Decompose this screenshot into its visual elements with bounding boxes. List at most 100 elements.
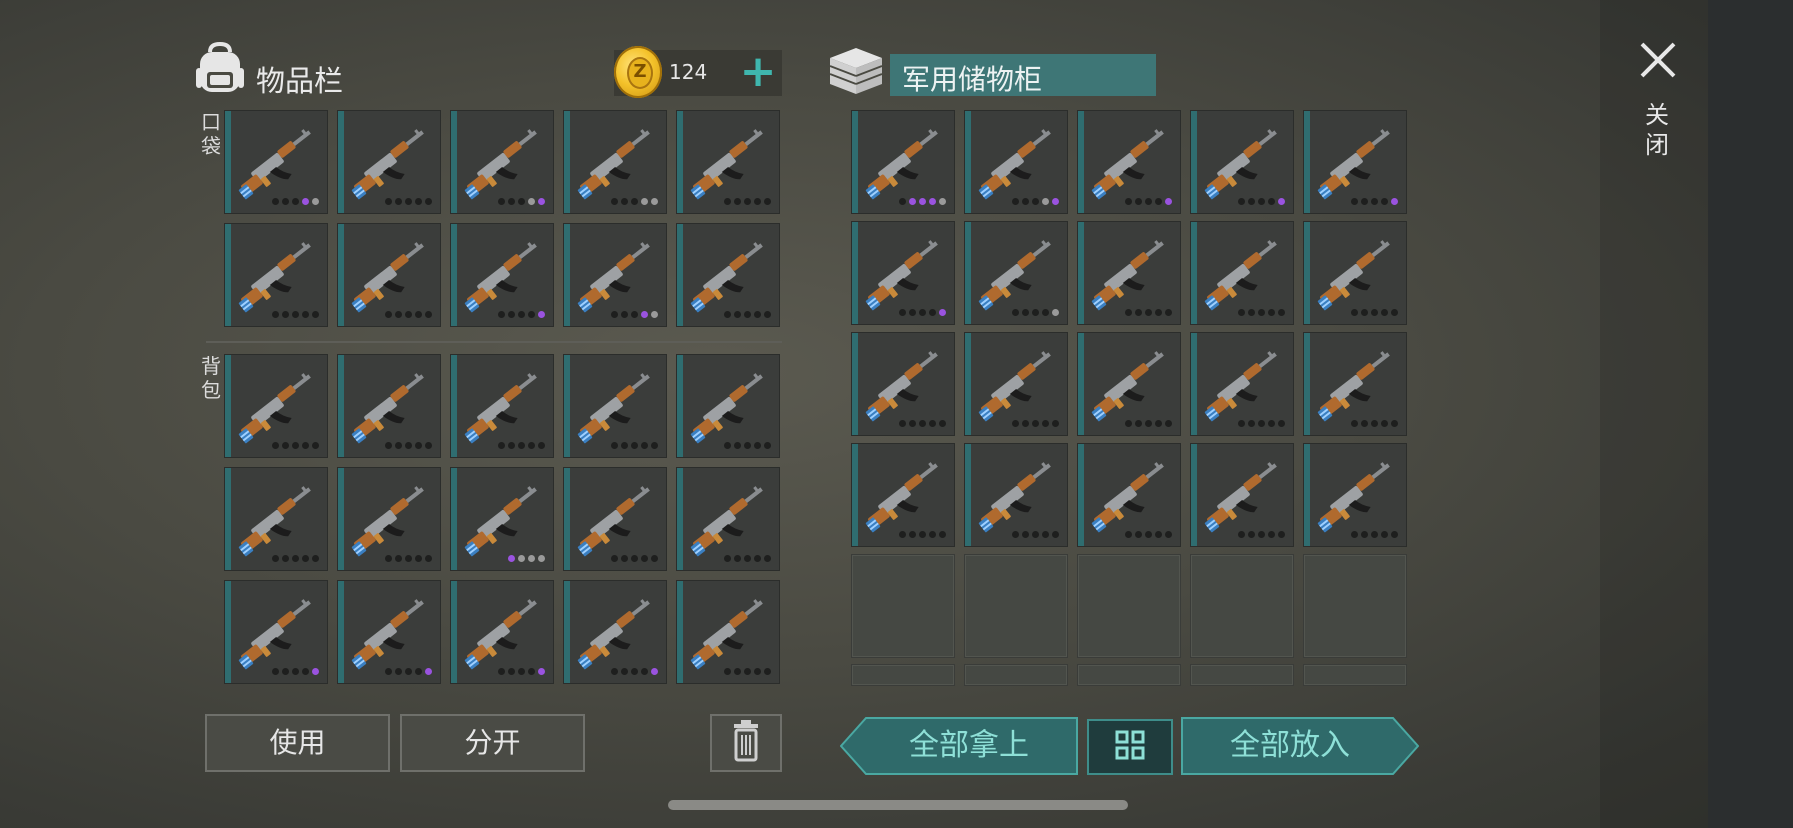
inventory-slot[interactable] [450, 354, 554, 458]
storage-empty-slot[interactable] [1077, 664, 1181, 686]
upgrade-dot [724, 442, 731, 449]
storage-slot[interactable] [851, 221, 955, 325]
rarity-bar [1191, 111, 1197, 213]
storage-slot[interactable] [1303, 332, 1407, 436]
upgrade-dot [641, 668, 648, 675]
inventory-slot[interactable] [563, 580, 667, 684]
inventory-slot[interactable] [224, 223, 328, 327]
inventory-slot[interactable] [337, 580, 441, 684]
storage-slot[interactable] [1303, 110, 1407, 214]
storage-empty-slot[interactable] [964, 554, 1068, 658]
storage-slot[interactable] [964, 221, 1068, 325]
assault-rifle-icon [1091, 351, 1164, 422]
upgrade-dot [744, 442, 751, 449]
assault-rifle-icon [978, 240, 1051, 311]
upgrade-dot [395, 311, 402, 318]
rarity-bar [677, 224, 683, 326]
close-label[interactable]: 关闭 [1644, 100, 1670, 160]
upgrade-dots [1012, 420, 1059, 427]
storage-slot[interactable] [964, 110, 1068, 214]
inventory-slot[interactable] [224, 354, 328, 458]
inventory-slot[interactable] [450, 110, 554, 214]
inventory-slot[interactable] [676, 354, 780, 458]
storage-slot[interactable] [1077, 332, 1181, 436]
storage-slot[interactable] [1190, 332, 1294, 436]
upgrade-dot [302, 668, 309, 675]
inventory-slot[interactable] [450, 580, 554, 684]
storage-slot[interactable] [1077, 443, 1181, 547]
upgrade-dot [1351, 420, 1358, 427]
storage-empty-slot[interactable] [1303, 554, 1407, 658]
upgrade-dot [1361, 531, 1368, 538]
inventory-slot[interactable] [337, 467, 441, 571]
upgrade-dot [734, 555, 741, 562]
upgrade-dot [929, 420, 936, 427]
storage-empty-slot[interactable] [964, 664, 1068, 686]
use-button[interactable]: 使用 [205, 714, 390, 772]
upgrade-dot [1278, 531, 1285, 538]
inventory-slot[interactable] [224, 110, 328, 214]
inventory-slot[interactable] [563, 223, 667, 327]
inventory-slot[interactable] [337, 354, 441, 458]
close-icon[interactable] [1636, 38, 1680, 82]
storage-slot[interactable] [1303, 443, 1407, 547]
upgrade-dots [611, 311, 658, 318]
storage-slot[interactable] [964, 332, 1068, 436]
upgrade-dots [1351, 198, 1398, 205]
rarity-bar [965, 444, 971, 546]
rarity-bar [564, 468, 570, 570]
rarity-bar [1191, 444, 1197, 546]
inventory-slot[interactable] [450, 223, 554, 327]
upgrade-dot [939, 309, 946, 316]
plus-icon[interactable]: + [738, 50, 778, 94]
storage-empty-slot[interactable] [851, 554, 955, 658]
storage-empty-slot[interactable] [1303, 664, 1407, 686]
storage-slot[interactable] [1077, 110, 1181, 214]
assault-rifle-icon [1091, 462, 1164, 533]
inventory-slot[interactable] [337, 223, 441, 327]
inventory-slot[interactable] [676, 110, 780, 214]
storage-slot[interactable] [851, 443, 955, 547]
storage-slot[interactable] [1190, 110, 1294, 214]
upgrade-dot [405, 668, 412, 675]
storage-empty-slot[interactable] [1190, 664, 1294, 686]
inventory-slot[interactable] [224, 467, 328, 571]
upgrade-dot [909, 531, 916, 538]
grid-icon[interactable] [1087, 719, 1173, 775]
trash-icon[interactable] [710, 714, 782, 772]
inventory-slot[interactable] [450, 467, 554, 571]
storage-slot[interactable] [1303, 221, 1407, 325]
storage-empty-slot[interactable] [851, 664, 955, 686]
inventory-slot[interactable] [337, 110, 441, 214]
inventory-slot[interactable] [224, 580, 328, 684]
put-all-button[interactable]: 全部放入 [1181, 717, 1419, 775]
inventory-slot[interactable] [676, 580, 780, 684]
upgrade-dot [1351, 531, 1358, 538]
storage-slot[interactable] [1077, 221, 1181, 325]
storage-slot[interactable] [851, 332, 955, 436]
assault-rifle-icon [1204, 240, 1277, 311]
storage-slot[interactable] [964, 443, 1068, 547]
upgrade-dot [744, 198, 751, 205]
home-indicator [668, 800, 1128, 810]
storage-slot[interactable] [851, 110, 955, 214]
assault-rifle-icon [1317, 240, 1390, 311]
inventory-slot[interactable] [563, 354, 667, 458]
inventory-slot[interactable] [563, 110, 667, 214]
upgrade-dot [1012, 531, 1019, 538]
storage-slot[interactable] [1190, 443, 1294, 547]
upgrade-dots [724, 668, 771, 675]
rarity-bar [338, 468, 344, 570]
upgrade-dot [1248, 309, 1255, 316]
upgrade-dot [508, 198, 515, 205]
rarity-bar [225, 224, 231, 326]
inventory-slot[interactable] [563, 467, 667, 571]
inventory-slot[interactable] [676, 223, 780, 327]
storage-empty-slot[interactable] [1190, 554, 1294, 658]
inventory-slot[interactable] [676, 467, 780, 571]
split-button[interactable]: 分开 [400, 714, 585, 772]
upgrade-dots [272, 198, 319, 205]
storage-empty-slot[interactable] [1077, 554, 1181, 658]
take-all-button[interactable]: 全部拿上 [840, 717, 1078, 775]
storage-slot[interactable] [1190, 221, 1294, 325]
